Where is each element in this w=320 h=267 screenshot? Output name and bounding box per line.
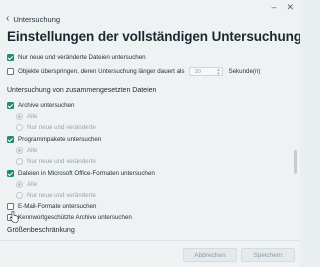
archives-all-option[interactable]: Alle (16, 111, 37, 122)
archives-label: Archive untersuchen (18, 102, 75, 109)
size-limit-heading: Größenbeschränkung (7, 227, 75, 234)
scrollbar[interactable] (294, 150, 297, 174)
office-all-radio[interactable] (16, 181, 23, 188)
password-archives-label: Kennwortgeschützte Archive untersuchen (18, 214, 132, 221)
office-all-option[interactable]: Alle (16, 179, 37, 190)
office-new-label: Nur neue und veränderte (27, 192, 96, 199)
footer-bar: Abbrechen Speichern (0, 240, 300, 267)
minimize-icon[interactable]: – (271, 2, 276, 13)
packages-all-label: Alle (27, 147, 38, 154)
close-icon[interactable]: ✕ (286, 2, 294, 13)
window-controls: – ✕ (271, 2, 294, 13)
password-archives-option[interactable]: Kennwortgeschützte Archive untersuchen (7, 212, 132, 223)
office-checkbox[interactable] (7, 170, 14, 177)
save-button[interactable]: Speichern (241, 248, 295, 262)
hand-cursor-icon (9, 211, 19, 223)
office-option[interactable]: Dateien in Microsoft Office-Formaten unt… (7, 168, 155, 179)
back-button-label: Untersuchung (13, 14, 61, 24)
office-new-option[interactable]: Nur neue und veränderte (16, 190, 96, 201)
skip-objects-label: Objekte überspringen, deren Untersuchung… (18, 68, 185, 75)
email-label: E-Mail-Formate untersuchen (18, 203, 97, 210)
archives-new-label: Nur neue und veränderte (27, 124, 96, 131)
packages-all-option[interactable]: Alle (16, 145, 37, 156)
only-new-changed-checkbox[interactable] (7, 54, 14, 61)
top-bar: ‹ Untersuchung – ✕ (0, 0, 300, 30)
skip-objects-checkbox[interactable] (7, 68, 14, 75)
packages-label: Programmpakete untersuchen (18, 136, 102, 143)
archives-new-option[interactable]: Nur neue und veränderte (16, 122, 96, 133)
packages-new-option[interactable]: Nur neue und veränderte (16, 156, 96, 167)
chevron-left-icon: ‹ (6, 13, 10, 24)
archives-all-radio[interactable] (16, 113, 23, 120)
packages-checkbox[interactable] (7, 136, 14, 143)
packages-new-label: Nur neue und veränderte (27, 158, 96, 165)
archives-checkbox[interactable] (7, 102, 14, 109)
packages-all-radio[interactable] (16, 147, 23, 154)
cancel-button[interactable]: Abbrechen (183, 248, 237, 262)
archives-new-radio[interactable] (16, 124, 23, 131)
archives-all-label: Alle (27, 113, 38, 120)
stepper-icon[interactable]: ▲ ▼ (217, 68, 221, 76)
packages-option[interactable]: Programmpakete untersuchen (7, 134, 101, 145)
page-title: Einstellungen der vollständigen Untersuc… (7, 29, 300, 44)
skip-objects-option[interactable]: Objekte überspringen, deren Untersuchung… (7, 66, 260, 77)
settings-content: Nur neue und veränderte Dateien untersuc… (0, 50, 292, 237)
packages-new-radio[interactable] (16, 158, 23, 165)
only-new-changed-option[interactable]: Nur neue und veränderte Dateien untersuc… (7, 52, 146, 63)
skip-seconds-value: 30 (194, 68, 201, 75)
settings-window: ‹ Untersuchung – ✕ Einstellungen der vol… (0, 0, 300, 267)
office-new-radio[interactable] (16, 192, 23, 199)
back-button[interactable]: ‹ Untersuchung (6, 12, 60, 26)
compound-files-heading: Untersuchung von zusammengesetzten Datei… (7, 87, 157, 94)
office-all-label: Alle (27, 181, 38, 188)
office-label: Dateien in Microsoft Office-Formaten unt… (18, 170, 155, 177)
only-new-changed-label: Nur neue und veränderte Dateien untersuc… (18, 54, 146, 61)
email-checkbox[interactable] (7, 203, 14, 210)
skip-seconds-input[interactable]: 30 ▲ ▼ (189, 67, 224, 76)
skip-seconds-unit: Sekunde(n) (228, 68, 261, 75)
archives-option[interactable]: Archive untersuchen (7, 100, 74, 111)
email-option[interactable]: E-Mail-Formate untersuchen (7, 201, 96, 212)
